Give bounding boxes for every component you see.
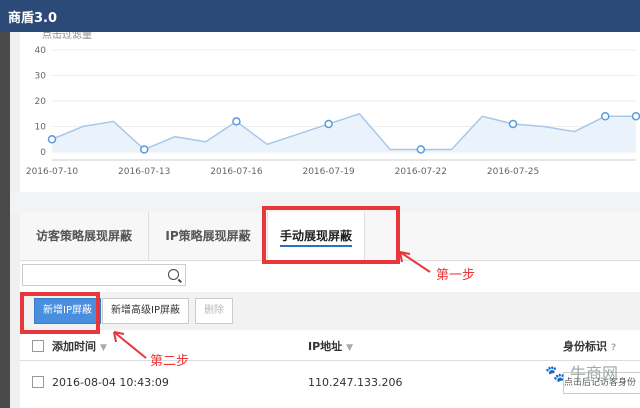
watermark-text: 牛商网: [570, 364, 619, 383]
annotation-arrows: [113, 251, 431, 359]
watermark: 🐾 牛商网: [545, 364, 619, 383]
arrow-step2: [113, 331, 147, 359]
step1-label: 第一步: [436, 268, 476, 283]
arrow-step1: [399, 251, 431, 273]
step2-label: 第二步: [150, 354, 190, 369]
